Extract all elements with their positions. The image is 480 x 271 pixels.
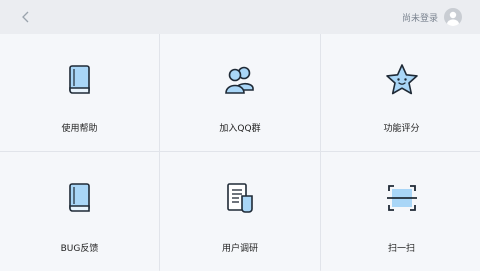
back-button[interactable] — [16, 7, 36, 27]
tile-scan[interactable]: 扫一扫 — [321, 152, 480, 271]
top-bar: 尚未登录 — [0, 0, 480, 34]
tile-scan-label: 扫一扫 — [387, 244, 415, 254]
tile-survey-label: 用户调研 — [221, 244, 258, 254]
tile-rate[interactable]: 功能评分 — [321, 34, 480, 151]
avatar[interactable] — [444, 8, 462, 26]
tile-bug-report[interactable]: BUG反馈 — [0, 152, 159, 271]
login-area[interactable]: 尚未登录 — [402, 6, 462, 28]
book-icon — [68, 65, 90, 94]
user-avatar-icon — [447, 11, 459, 26]
tile-join-qq[interactable]: 加入QQ群 — [160, 34, 320, 151]
chevron-left-icon — [22, 11, 29, 23]
star-face-icon — [385, 64, 418, 95]
tile-help-label: 使用帮助 — [61, 124, 98, 134]
feature-grid: 使用帮助 加入QQ群 功能评分 BUG反馈 用户调研 扫一扫 — [0, 34, 480, 271]
scan-icon — [386, 185, 417, 211]
tile-survey[interactable]: 用户调研 — [160, 152, 320, 271]
tile-join-qq-label: 加入QQ群 — [219, 124, 261, 134]
book-icon — [68, 183, 90, 212]
document-icon — [227, 183, 253, 213]
login-status-text[interactable]: 尚未登录 — [402, 11, 438, 24]
users-icon — [225, 66, 254, 94]
tile-bug-report-label: BUG反馈 — [60, 244, 99, 254]
tile-help[interactable]: 使用帮助 — [0, 34, 159, 151]
tile-rate-label: 功能评分 — [383, 124, 420, 134]
